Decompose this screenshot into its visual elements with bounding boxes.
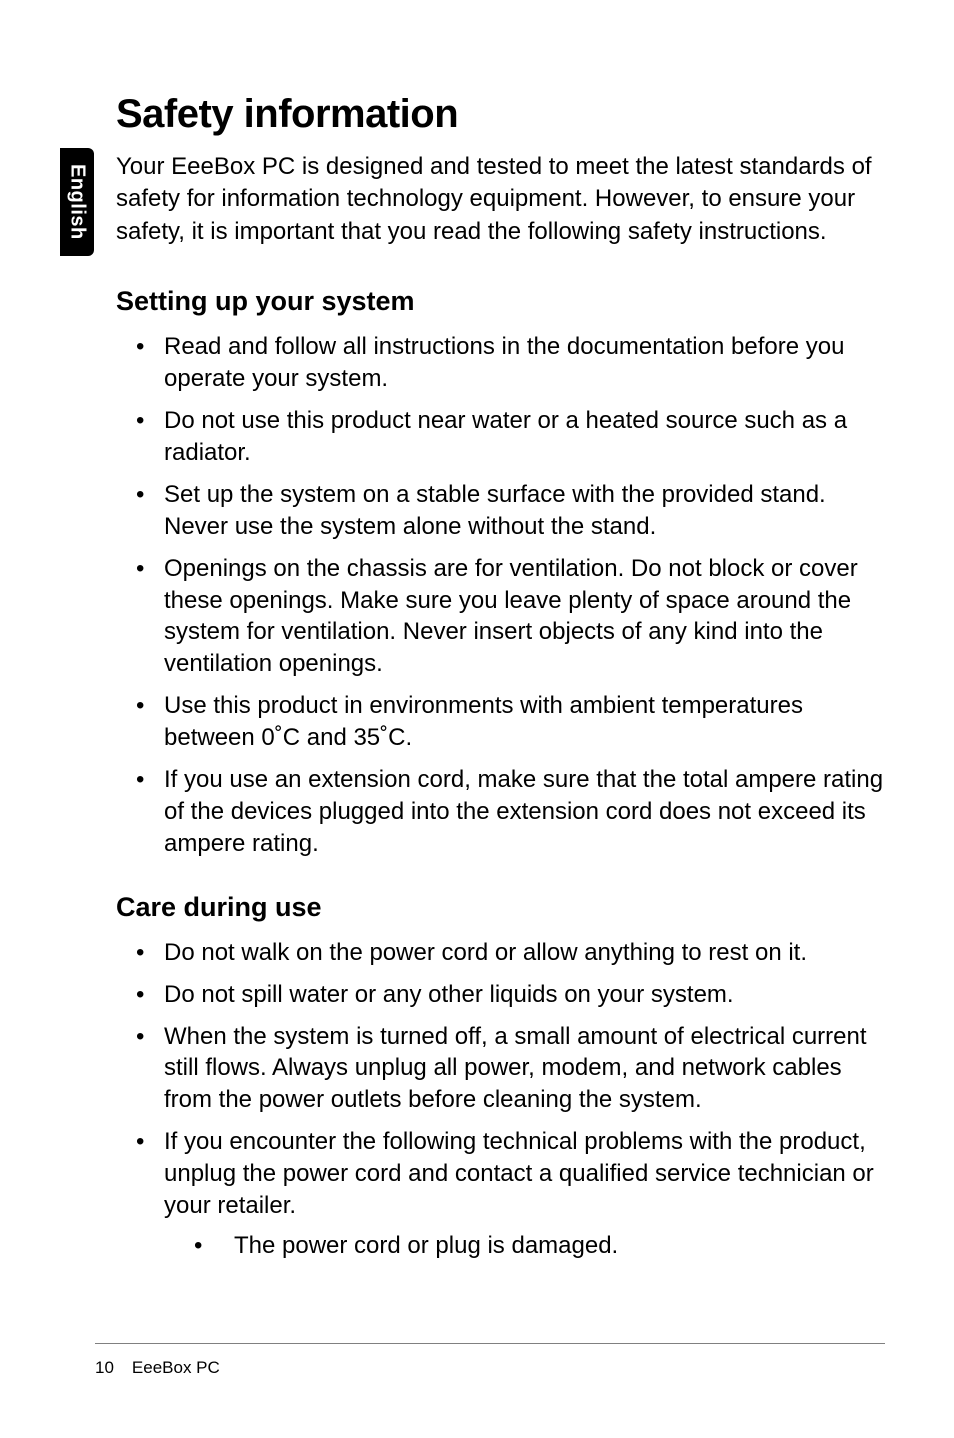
product-name: EeeBox PC — [132, 1358, 220, 1378]
list-item: Do not spill water or any other liquids … — [116, 979, 886, 1011]
list-item: Use this product in environments with am… — [116, 690, 886, 754]
care-sublist: The power cord or plug is damaged. — [164, 1230, 886, 1262]
intro-paragraph: Your EeeBox PC is designed and tested to… — [116, 151, 886, 248]
list-item: If you encounter the following technical… — [116, 1126, 886, 1262]
section-heading-care: Care during use — [116, 892, 886, 923]
list-item: Openings on the chassis are for ventilat… — [116, 553, 886, 681]
list-item: Do not walk on the power cord or allow a… — [116, 937, 886, 969]
list-item: Read and follow all instructions in the … — [116, 331, 886, 395]
language-tab-label: English — [66, 164, 89, 240]
section-heading-setup: Setting up your system — [116, 286, 886, 317]
setup-list: Read and follow all instructions in the … — [116, 331, 886, 860]
care-list: Do not walk on the power cord or allow a… — [116, 937, 886, 1262]
list-item-text: If you encounter the following technical… — [164, 1128, 874, 1219]
list-item: Do not use this product near water or a … — [116, 405, 886, 469]
page-title: Safety information — [116, 92, 886, 137]
page-number: 10 — [95, 1358, 114, 1378]
page-content: Safety information Your EeeBox PC is des… — [116, 92, 886, 1294]
list-item: The power cord or plug is damaged. — [164, 1230, 886, 1262]
list-item: Set up the system on a stable surface wi… — [116, 479, 886, 543]
language-tab: English — [60, 148, 94, 256]
list-item: If you use an extension cord, make sure … — [116, 764, 886, 860]
page-footer: 10 EeeBox PC — [95, 1343, 885, 1378]
list-item: When the system is turned off, a small a… — [116, 1021, 886, 1117]
